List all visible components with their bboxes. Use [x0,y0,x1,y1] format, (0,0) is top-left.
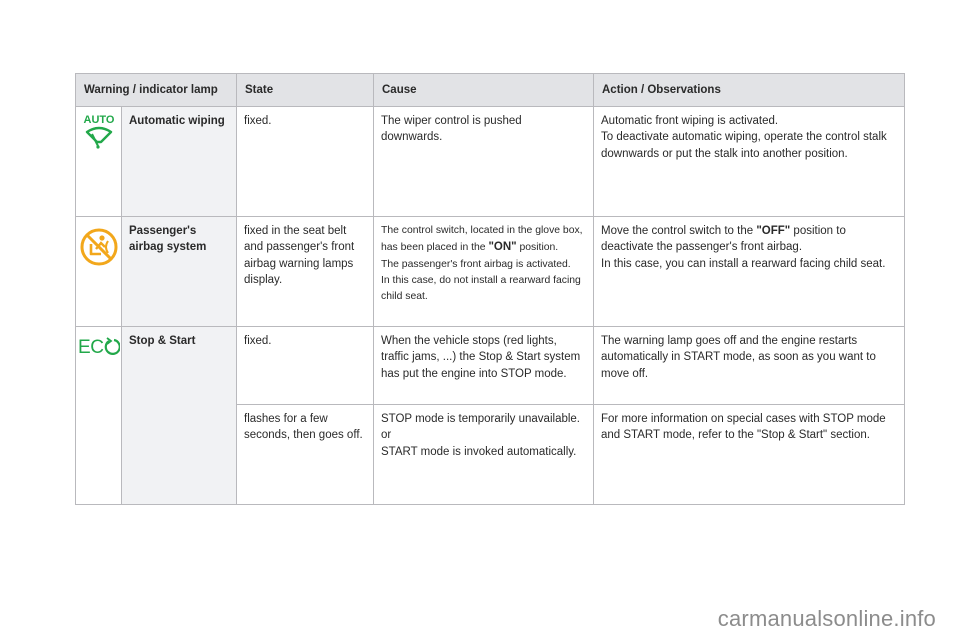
cause-cell: STOP mode is temporarily unavailable. or… [373,404,594,505]
cause-text: START mode is invoked automatically. [381,445,577,458]
lamp-name: Passenger's airbag system [121,216,237,327]
off-label: "OFF" [756,225,791,237]
action-text-part: Move the control switch to the [601,225,757,237]
cause-text: The control switch, located in the glove… [381,223,586,257]
action-text: Automatic front wiping is activated. [601,115,779,127]
header-cause: Cause [373,73,594,107]
table-row: AUTO Automatic wiping fixed. The wiper c… [75,106,905,217]
cause-text: When the vehicle stops (red lights, traf… [381,335,581,380]
action-text: Move the control switch to the "OFF" pos… [601,223,897,256]
svg-text:AUTO: AUTO [83,114,114,126]
header-warning-lamp: Warning / indicator lamp [75,73,237,107]
action-text: For more information on special cases wi… [601,413,886,442]
lamp-name: Stop & Start [121,326,237,505]
header-state: State [236,73,374,107]
cause-text: or [381,429,392,442]
eco-stop-start-icon: EC [78,337,120,357]
passenger-airbag-off-icon [80,228,117,266]
lamp-icon-cell: EC [75,326,122,505]
state-cell: fixed. [236,326,374,405]
cause-cell: When the vehicle stops (red lights, traf… [373,326,594,405]
cause-text-part: position. [516,242,559,254]
action-text: To deactivate automatic wiping, operate … [601,131,887,160]
action-text: In this case, you can install a rearward… [601,257,886,270]
table-header-row: Warning / indicator lamp State Cause Act… [75,73,905,107]
cause-cell: The wiper control is pushed downwards. [373,106,594,217]
state-cell: fixed in the seat belt and passenger's f… [236,216,374,327]
state-cell: fixed. [236,106,374,217]
action-cell: Automatic front wiping is activated. To … [593,106,905,217]
cause-cell: The control switch, located in the glove… [373,216,594,327]
cause-text: The passenger's front airbag is activate… [381,258,571,270]
action-cell: The warning lamp goes off and the engine… [593,326,905,405]
cause-text: In this case, do not install a rearward … [381,274,581,303]
on-label: "ON" [488,241,517,254]
lamp-icon-cell: AUTO [75,106,122,217]
state-cell: flashes for a few seconds, then goes off… [236,404,374,505]
table-row: Passenger's airbag system fixed in the s… [75,216,905,327]
header-action: Action / Observations [593,73,905,107]
watermark: carmanualsonline.info [717,606,936,631]
table-row: EC Stop & Start fixed. When the vehicle … [75,326,905,505]
lamp-icon-cell [75,216,122,327]
action-cell: Move the control switch to the "OFF" pos… [593,216,905,327]
action-text: The warning lamp goes off and the engine… [601,335,876,380]
cause-text: The wiper control is pushed downwards. [381,115,522,144]
action-cell: For more information on special cases wi… [593,404,905,505]
warning-lamp-table: Warning / indicator lamp State Cause Act… [75,73,905,505]
lamp-name: Automatic wiping [121,106,237,217]
auto-wiping-icon: AUTO [83,114,114,149]
svg-text:EC: EC [78,337,104,357]
cause-text: STOP mode is temporarily unavailable. [381,413,581,425]
